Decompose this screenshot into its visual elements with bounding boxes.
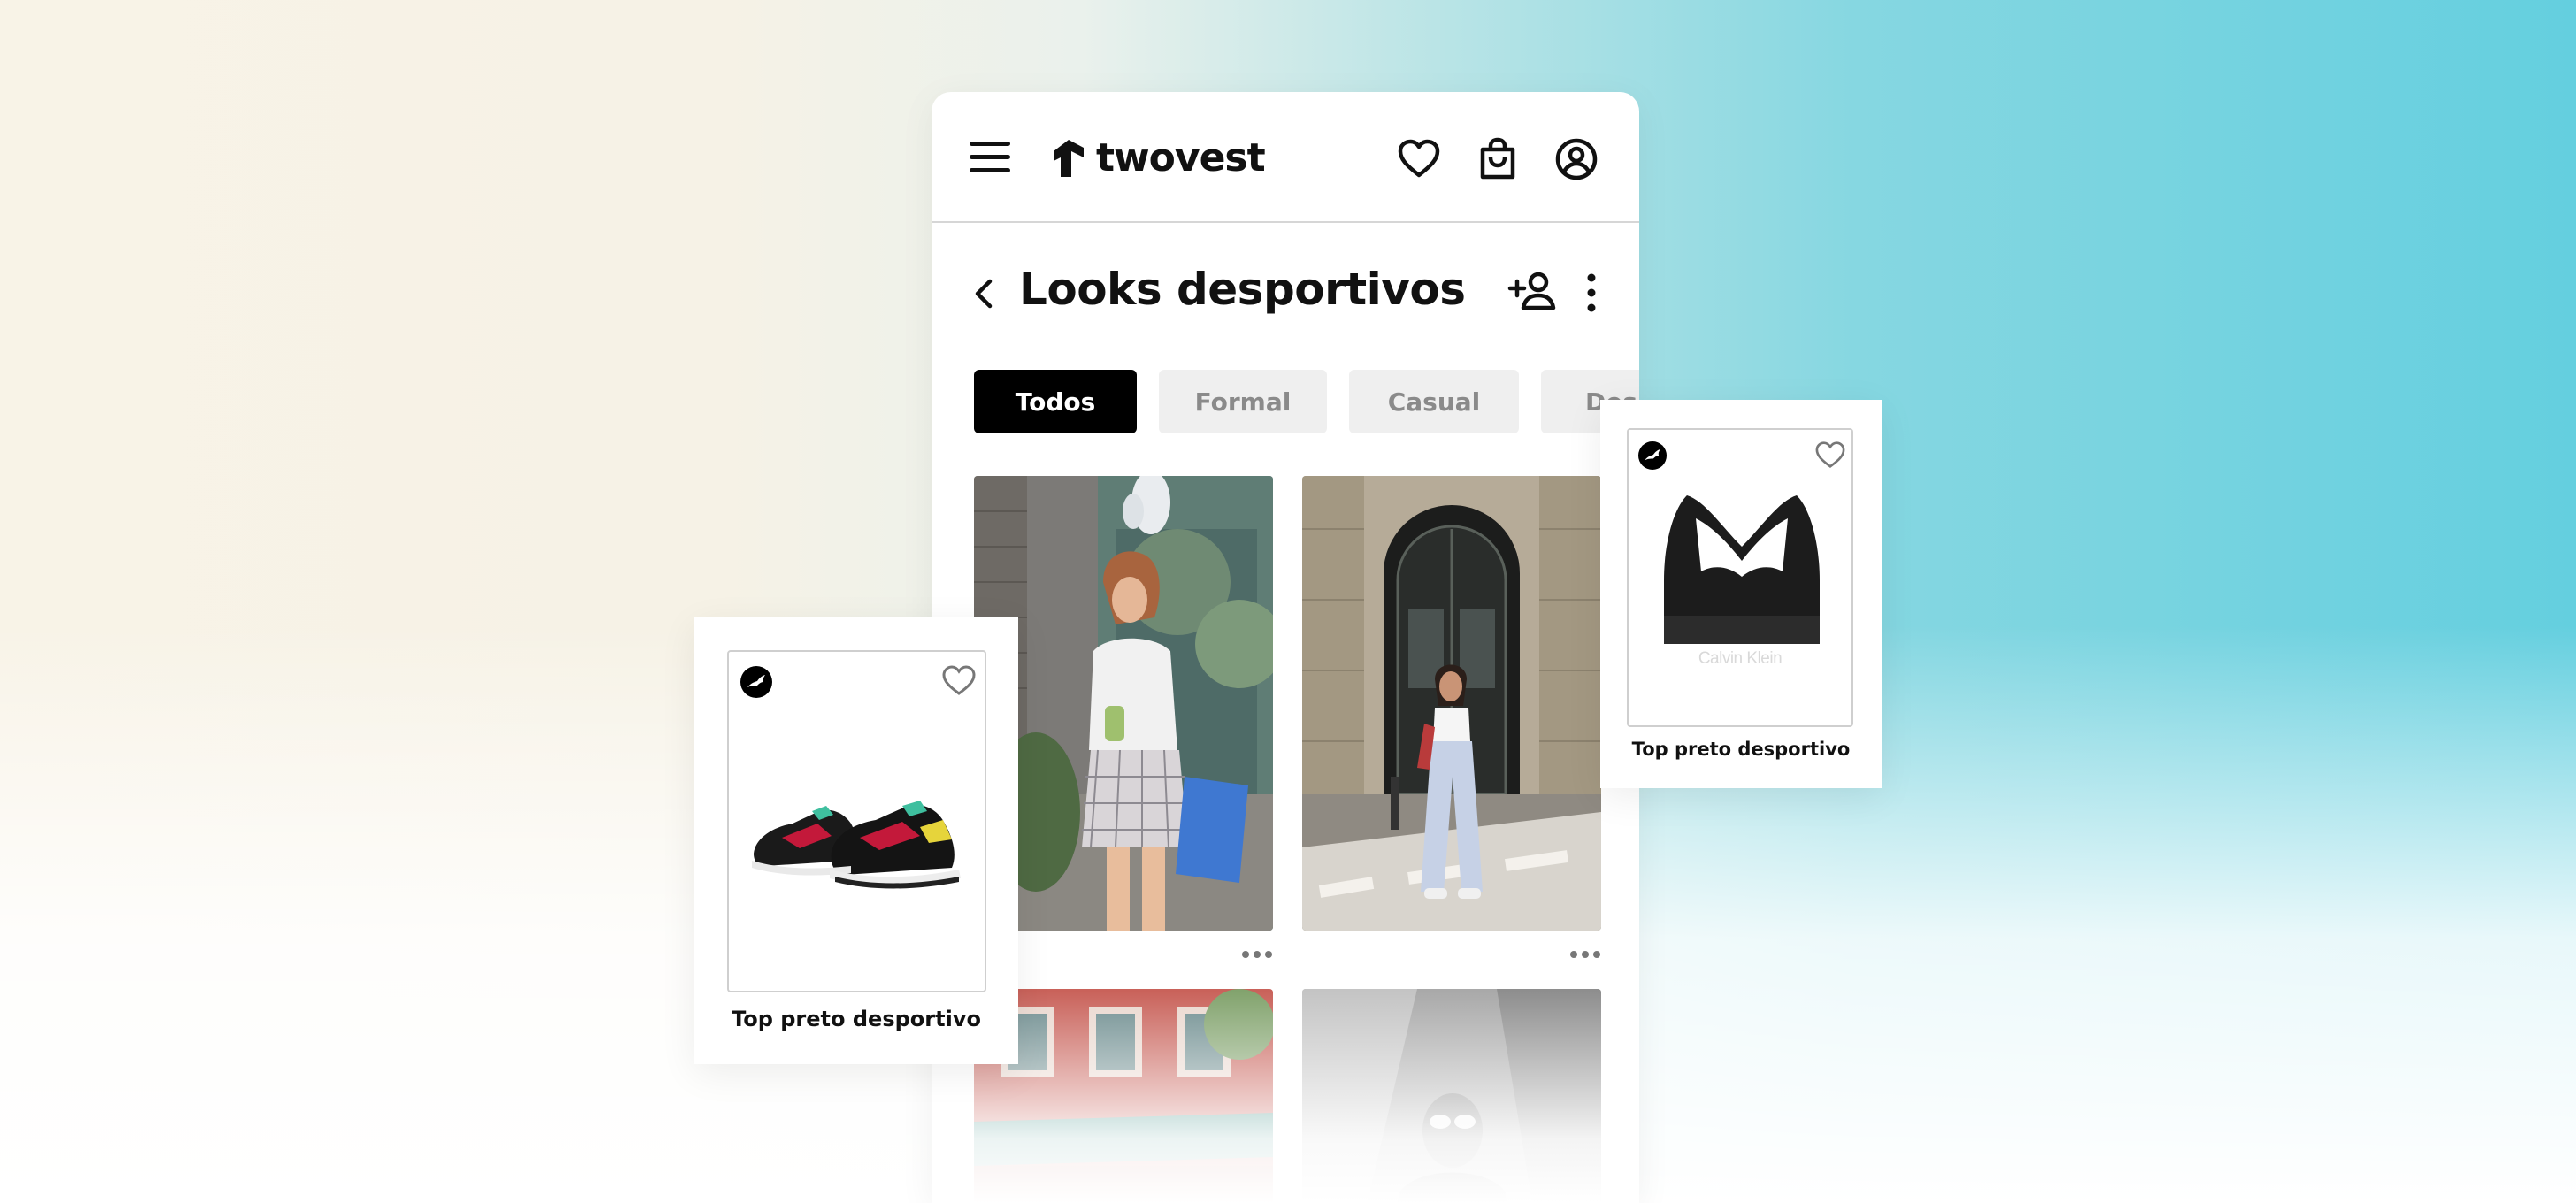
look-image[interactable]	[1302, 476, 1601, 931]
page-title: Looks desportivos	[1019, 264, 1466, 315]
look-image[interactable]	[974, 989, 1273, 1203]
shopping-bag-icon[interactable]	[1475, 136, 1521, 182]
puma-logo-icon	[1638, 441, 1667, 470]
sports-bra-image	[1664, 495, 1820, 644]
heart-icon[interactable]	[941, 664, 977, 696]
chevron-left-icon[interactable]	[969, 276, 999, 311]
product-name[interactable]: Top preto desportivo	[694, 1007, 1018, 1031]
top-navigation-bar: twovest	[932, 92, 1639, 223]
phone-screen: twovest Looks desportivos Todos Formal C…	[932, 92, 1639, 1203]
heart-icon[interactable]	[1814, 441, 1846, 469]
look-image[interactable]	[974, 476, 1273, 931]
garment-brand-print: Calvin Klein	[1698, 649, 1782, 668]
filter-tab-todos[interactable]: Todos	[974, 370, 1137, 433]
puma-logo-icon	[740, 666, 772, 698]
product-image[interactable]	[727, 650, 986, 992]
brand-logo[interactable]: twovest	[1052, 135, 1266, 180]
product-card[interactable]: Calvin Klein Top preto desportivo	[1600, 400, 1882, 788]
page-header: Looks desportivos	[932, 223, 1639, 356]
filter-tab-formal[interactable]: Formal	[1159, 370, 1327, 433]
add-user-icon[interactable]	[1506, 269, 1556, 315]
sneaker-image	[752, 801, 961, 889]
hamburger-menu-icon[interactable]	[970, 142, 1010, 173]
more-vertical-icon[interactable]	[1583, 271, 1600, 315]
more-horizontal-icon[interactable]	[1569, 950, 1601, 959]
product-name[interactable]: Top preto desportivo	[1600, 739, 1882, 760]
heart-icon[interactable]	[1396, 136, 1442, 182]
product-image[interactable]: Calvin Klein	[1627, 428, 1853, 727]
filter-tabs: Todos Formal Casual Des	[974, 370, 1639, 433]
user-circle-icon[interactable]	[1553, 136, 1599, 182]
product-card[interactable]: Top preto desportivo	[694, 617, 1018, 1064]
brand-name: twovest	[1096, 135, 1266, 180]
twovest-logo-mark-icon	[1054, 140, 1084, 177]
filter-tab-casual[interactable]: Casual	[1349, 370, 1519, 433]
more-horizontal-icon[interactable]	[1241, 950, 1273, 959]
look-image[interactable]	[1302, 989, 1601, 1203]
